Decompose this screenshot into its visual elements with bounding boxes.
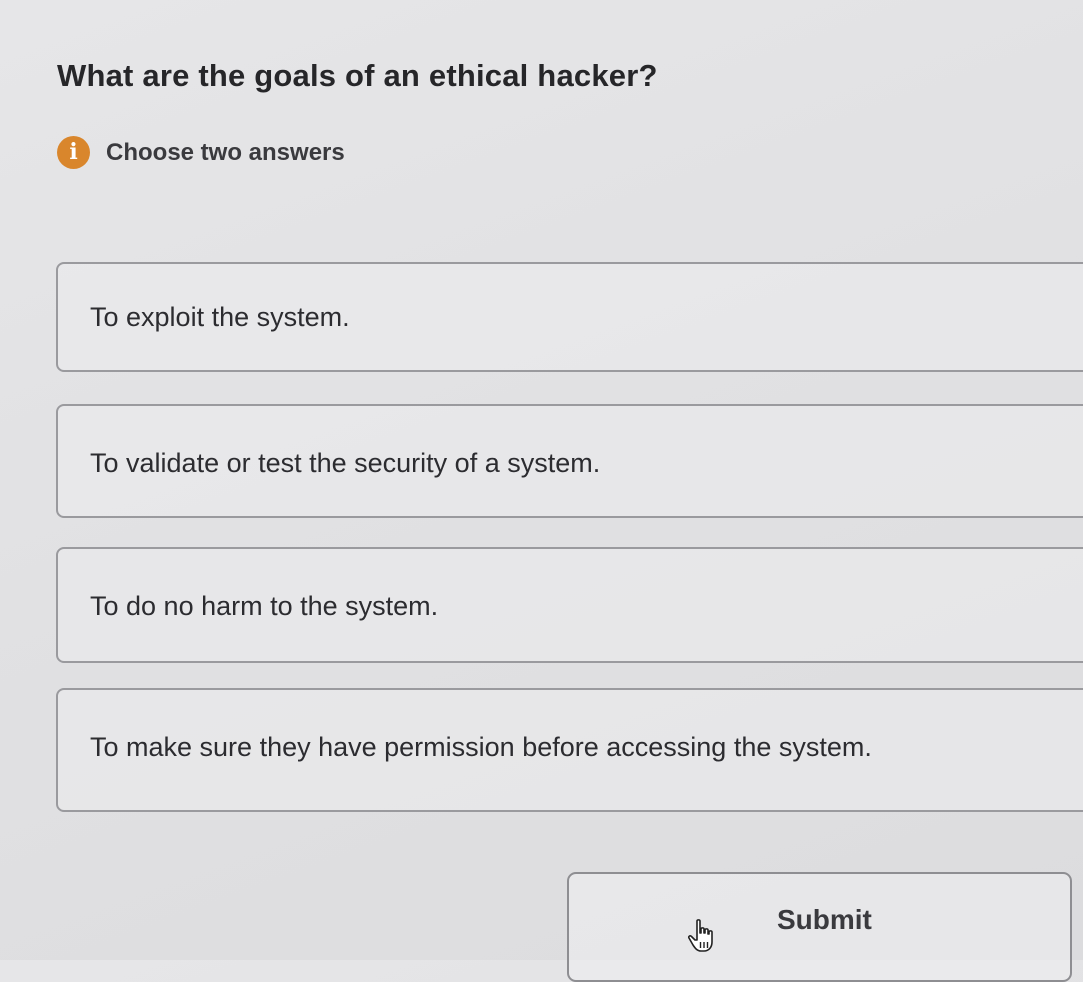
answer-option-label: To exploit the system. bbox=[90, 302, 350, 332]
question-title: What are the goals of an ethical hacker? bbox=[57, 58, 658, 93]
answer-option-label: To validate or test the security of a sy… bbox=[90, 448, 601, 478]
hand-pointer-icon bbox=[686, 918, 720, 954]
answer-option-4[interactable]: To make sure they have permission before… bbox=[56, 688, 1083, 812]
answer-option-label: To do no harm to the system. bbox=[90, 591, 439, 621]
answer-option-1[interactable]: To exploit the system. bbox=[56, 262, 1083, 372]
answer-option-2[interactable]: To validate or test the security of a sy… bbox=[56, 404, 1083, 518]
submit-label: Submit bbox=[777, 904, 872, 935]
submit-button[interactable]: Submit bbox=[567, 872, 1072, 982]
answer-option-label: To make sure they have permission before… bbox=[90, 732, 872, 762]
hint-text: Choose two answers bbox=[106, 138, 345, 166]
answer-hint: i Choose two answers bbox=[57, 136, 345, 169]
info-icon: i bbox=[57, 136, 90, 169]
answer-option-3[interactable]: To do no harm to the system. bbox=[56, 547, 1083, 663]
